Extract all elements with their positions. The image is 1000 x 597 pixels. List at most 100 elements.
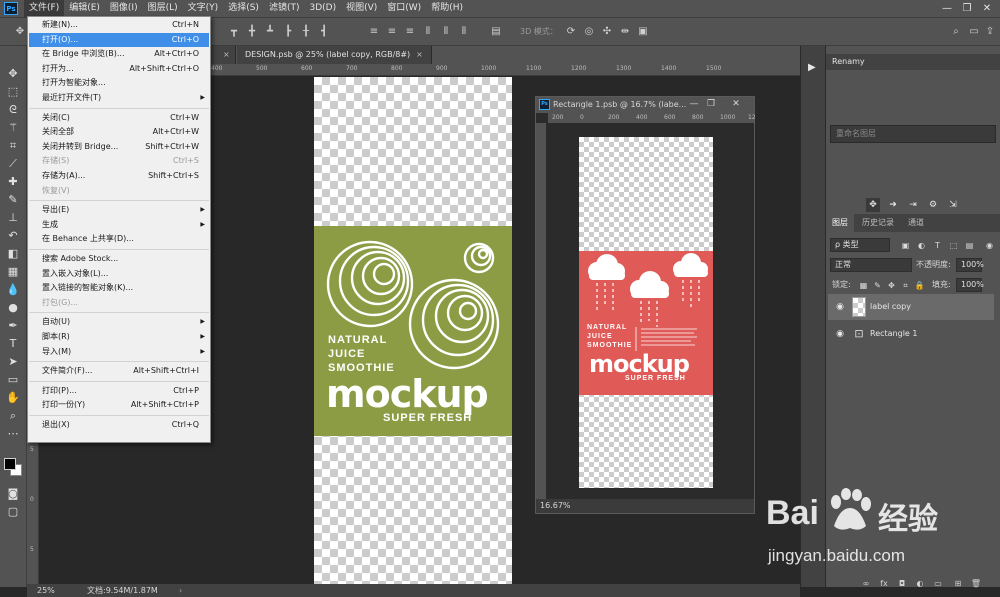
filter-adjustment-icon[interactable]: ◐ — [916, 240, 927, 251]
new-group-icon[interactable]: ▭ — [932, 578, 944, 590]
menu-window[interactable]: 窗口(W) — [382, 0, 426, 17]
menu-item[interactable]: 生成 ▶ — [29, 218, 209, 233]
menu-item[interactable]: 打印(P)... Ctrl+P — [29, 384, 209, 399]
filter-smart-object-icon[interactable]: ▤ — [964, 240, 975, 251]
menu-item[interactable]: 导出(E) ▶ — [29, 203, 209, 218]
layer-row-label-copy[interactable]: ◉ label copy — [828, 294, 994, 320]
align-left-icon[interactable]: ┣ — [282, 26, 294, 38]
quick-mask-icon[interactable]: ◙ — [5, 486, 21, 502]
renamy-move-icon[interactable]: ✥ — [866, 198, 880, 212]
3d-orbit-icon[interactable]: ⟳ — [565, 26, 577, 38]
lock-artboard-icon[interactable]: ⌗ — [900, 280, 911, 291]
link-layers-icon[interactable]: ∞ — [860, 578, 872, 590]
restore-icon[interactable]: ❐ — [703, 97, 719, 113]
floating-window-title[interactable]: Ps Rectangle 1.psb @ 16.7% (labe... — ❐ … — [536, 97, 754, 113]
tab-close-icon[interactable]: × — [223, 50, 230, 59]
menu-item[interactable]: 打开为... Alt+Shift+Ctrl+O — [29, 62, 209, 77]
menu-item[interactable]: 关闭并转到 Bridge... Shift+Ctrl+W — [29, 140, 209, 155]
zoom-tool-icon[interactable]: ⌕ — [5, 408, 21, 424]
menu-type[interactable]: 文字(Y) — [183, 0, 224, 17]
lock-all-icon[interactable]: 🔒 — [914, 280, 925, 291]
close-icon[interactable]: ✕ — [728, 97, 744, 113]
menu-item[interactable]: 置入嵌入对象(L)... — [29, 267, 209, 282]
distribute-bottom-icon[interactable]: ≡ — [404, 26, 416, 38]
distribute-top-icon[interactable]: ≡ — [368, 26, 380, 38]
minimize-icon[interactable]: — — [686, 97, 702, 113]
tab-history[interactable]: 历史记录 — [856, 214, 900, 232]
lock-position-icon[interactable]: ✥ — [886, 280, 897, 291]
gradient-tool-icon[interactable]: ▦ — [5, 264, 21, 280]
menu-3d[interactable]: 3D(D) — [304, 0, 341, 17]
layer-style-icon[interactable]: fx — [878, 578, 890, 590]
align-middle-icon[interactable]: ╋ — [246, 26, 258, 38]
play-icon[interactable]: ▶ — [808, 62, 820, 74]
marquee-tool-icon[interactable]: ⬚ — [5, 84, 21, 100]
menu-item[interactable]: 关闭全部 Alt+Ctrl+W — [29, 125, 209, 140]
3d-scale-icon[interactable]: ▣ — [637, 26, 649, 38]
menu-item[interactable]: 文件简介(F)... Alt+Shift+Ctrl+I — [29, 364, 209, 379]
menu-item[interactable]: 自动(U) ▶ — [29, 315, 209, 330]
lock-image-icon[interactable]: ✎ — [872, 280, 883, 291]
workspace-icon[interactable]: ▭ — [968, 26, 980, 38]
hand-tool-icon[interactable]: ✋ — [5, 390, 21, 406]
move-tool-icon[interactable]: ✥ — [14, 26, 26, 38]
3d-pan-icon[interactable]: ✣ — [601, 26, 613, 38]
distribute-middle-icon[interactable]: ≡ — [386, 26, 398, 38]
menu-item[interactable]: 导入(M) ▶ — [29, 345, 209, 360]
align-right-icon[interactable]: ┫ — [318, 26, 330, 38]
distribute-right-icon[interactable]: ⦀ — [458, 26, 470, 38]
renamy-settings-icon[interactable]: ⚙ — [926, 198, 940, 212]
floating-document-window[interactable]: Ps Rectangle 1.psb @ 16.7% (labe... — ❐ … — [535, 96, 756, 514]
menu-item[interactable]: 存储为(A)... Shift+Ctrl+S — [29, 169, 209, 184]
new-layer-icon[interactable]: ⊞ — [952, 578, 964, 590]
add-mask-icon[interactable]: ◘ — [896, 578, 908, 590]
menu-item[interactable]: 退出(X) Ctrl+Q — [29, 418, 209, 433]
distribute-center-icon[interactable]: ⦀ — [440, 26, 452, 38]
clone-stamp-tool-icon[interactable]: ⊥ — [5, 210, 21, 226]
eye-icon[interactable]: ◉ — [834, 328, 846, 340]
search-icon[interactable]: ⌕ — [950, 26, 962, 38]
menu-item[interactable]: 关闭(C) Ctrl+W — [29, 111, 209, 126]
path-selection-tool-icon[interactable]: ➤ — [5, 354, 21, 370]
menu-help[interactable]: 帮助(H) — [426, 0, 468, 17]
filter-toggle-icon[interactable]: ◉ — [984, 240, 995, 251]
filter-pixel-icon[interactable]: ▣ — [900, 240, 911, 251]
blur-tool-icon[interactable]: 💧 — [5, 282, 21, 298]
delete-layer-icon[interactable]: 🗑 — [970, 578, 982, 590]
auto-align-icon[interactable]: ▤ — [490, 26, 502, 38]
status-arrow-icon[interactable]: › — [179, 584, 182, 597]
minimize-icon[interactable]: — — [938, 0, 956, 17]
more-tools-icon[interactable]: ⋯ — [5, 426, 21, 442]
close-icon[interactable]: ✕ — [978, 0, 996, 17]
align-top-icon[interactable]: ┳ — [228, 26, 240, 38]
document-size[interactable]: 文档:9.54M/1.87M — [87, 584, 158, 597]
menu-item[interactable]: 新建(N)... Ctrl+N — [29, 18, 209, 33]
pen-tool-icon[interactable]: ✒ — [5, 318, 21, 334]
rectangle-tool-icon[interactable]: ▭ — [5, 372, 21, 388]
renamy-expand-icon[interactable]: ⇥ — [906, 198, 920, 212]
fill-input[interactable]: 100% — [956, 278, 984, 292]
menu-item[interactable]: 打开(O)... Ctrl+O — [29, 32, 209, 48]
menu-item[interactable]: 最近打开文件(T) ▶ — [29, 91, 209, 106]
menu-item[interactable]: 在 Behance 上共享(D)... — [29, 232, 209, 247]
share-icon[interactable]: ⇪ — [984, 26, 996, 38]
type-tool-icon[interactable]: T — [5, 336, 21, 352]
restore-icon[interactable]: ❐ — [958, 0, 976, 17]
eye-icon[interactable]: ◉ — [834, 301, 846, 313]
move-tool-icon[interactable]: ✥ — [5, 66, 21, 82]
menu-filter[interactable]: 滤镜(T) — [264, 0, 305, 17]
foreground-color-swatch[interactable] — [4, 458, 16, 470]
menu-edit[interactable]: 编辑(E) — [64, 0, 105, 17]
menu-item[interactable]: 脚本(R) ▶ — [29, 330, 209, 345]
healing-brush-tool-icon[interactable]: ✚ — [5, 174, 21, 190]
menu-view[interactable]: 视图(V) — [341, 0, 382, 17]
menu-select[interactable]: 选择(S) — [223, 0, 264, 17]
tab-channels[interactable]: 通道 — [902, 214, 930, 232]
align-bottom-icon[interactable]: ┻ — [264, 26, 276, 38]
magic-wand-tool-icon[interactable]: ⚚ — [5, 120, 21, 136]
menu-layer[interactable]: 图层(L) — [143, 0, 183, 17]
menu-image[interactable]: 图像(I) — [105, 0, 143, 17]
menu-item[interactable]: 搜索 Adobe Stock... — [29, 252, 209, 267]
crop-tool-icon[interactable]: ⌗ — [5, 138, 21, 154]
menu-item[interactable]: 置入链接的智能对象(K)... — [29, 281, 209, 296]
